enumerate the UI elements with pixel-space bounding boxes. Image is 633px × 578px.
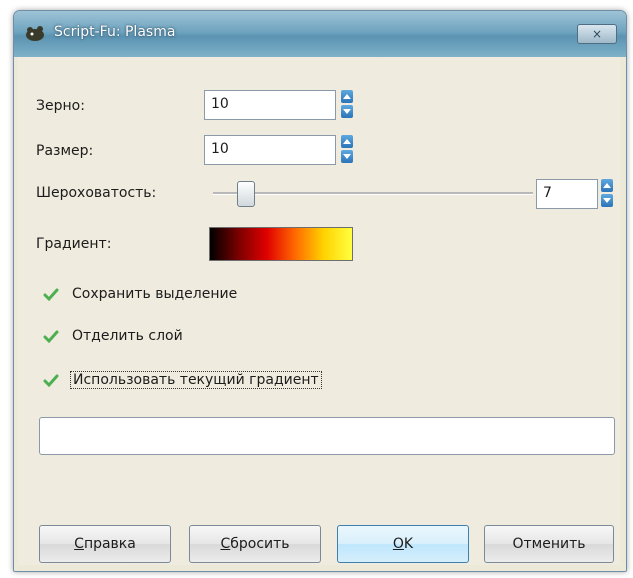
check-icon[interactable] xyxy=(43,373,59,389)
ok-button-mnemonic: O xyxy=(392,536,404,552)
check-icon[interactable] xyxy=(43,329,59,345)
close-button[interactable]: × xyxy=(577,24,617,44)
spin-down-icon[interactable] xyxy=(341,150,353,163)
gradient-button[interactable] xyxy=(209,227,353,261)
gradient-label: Градиент: xyxy=(36,236,112,252)
roughness-value: 7 xyxy=(543,185,552,201)
spin-down-icon[interactable] xyxy=(601,194,613,207)
grain-label: Зерно: xyxy=(36,98,85,114)
check-icon[interactable] xyxy=(43,287,59,303)
dialog-window: Script-Fu: Plasma × Зерно: 10 Размер: 10… xyxy=(13,10,627,572)
roughness-spinner[interactable] xyxy=(601,179,613,207)
reset-button[interactable]: Сбросить xyxy=(189,525,321,563)
close-icon: × xyxy=(591,27,603,41)
grain-value: 10 xyxy=(211,96,229,112)
ok-button-label: K xyxy=(403,536,414,552)
spin-up-icon[interactable] xyxy=(601,179,613,192)
grain-input[interactable]: 10 xyxy=(204,90,336,120)
separate-layer-checkbox-label[interactable]: Отделить слой xyxy=(72,328,183,344)
help-button-mnemonic: С xyxy=(74,536,84,552)
window-title: Script-Fu: Plasma xyxy=(54,24,176,40)
spin-up-icon[interactable] xyxy=(341,135,353,148)
grain-spinner[interactable] xyxy=(341,90,353,118)
roughness-label: Шероховатость: xyxy=(36,185,157,201)
spin-up-icon[interactable] xyxy=(341,90,353,103)
ok-button[interactable]: OK xyxy=(337,525,469,563)
cancel-button[interactable]: Отменить xyxy=(484,525,614,563)
cancel-button-label: Отменить xyxy=(512,536,586,552)
help-button-label: правка xyxy=(83,536,136,552)
dialog-body: Зерно: 10 Размер: 10 Шероховатость: 7 Гр xyxy=(18,57,620,565)
progress-field xyxy=(39,417,615,455)
reset-button-label: бросить xyxy=(230,536,290,552)
spin-down-icon[interactable] xyxy=(341,105,353,118)
roughness-input[interactable]: 7 xyxy=(536,179,598,209)
size-spinner[interactable] xyxy=(341,135,353,163)
size-label: Размер: xyxy=(36,143,94,159)
roughness-slider-track[interactable] xyxy=(213,192,533,195)
gimp-app-icon xyxy=(26,26,44,41)
help-button[interactable]: Справка xyxy=(39,525,171,563)
title-bar[interactable]: Script-Fu: Plasma × xyxy=(14,11,626,57)
roughness-slider-thumb[interactable] xyxy=(237,181,255,207)
size-value: 10 xyxy=(211,141,229,157)
reset-button-mnemonic: С xyxy=(220,536,231,552)
use-current-gradient-checkbox-label[interactable]: Использовать текущий градиент xyxy=(70,371,322,389)
size-input[interactable]: 10 xyxy=(204,135,336,165)
keep-selection-checkbox-label[interactable]: Сохранить выделение xyxy=(72,286,237,302)
